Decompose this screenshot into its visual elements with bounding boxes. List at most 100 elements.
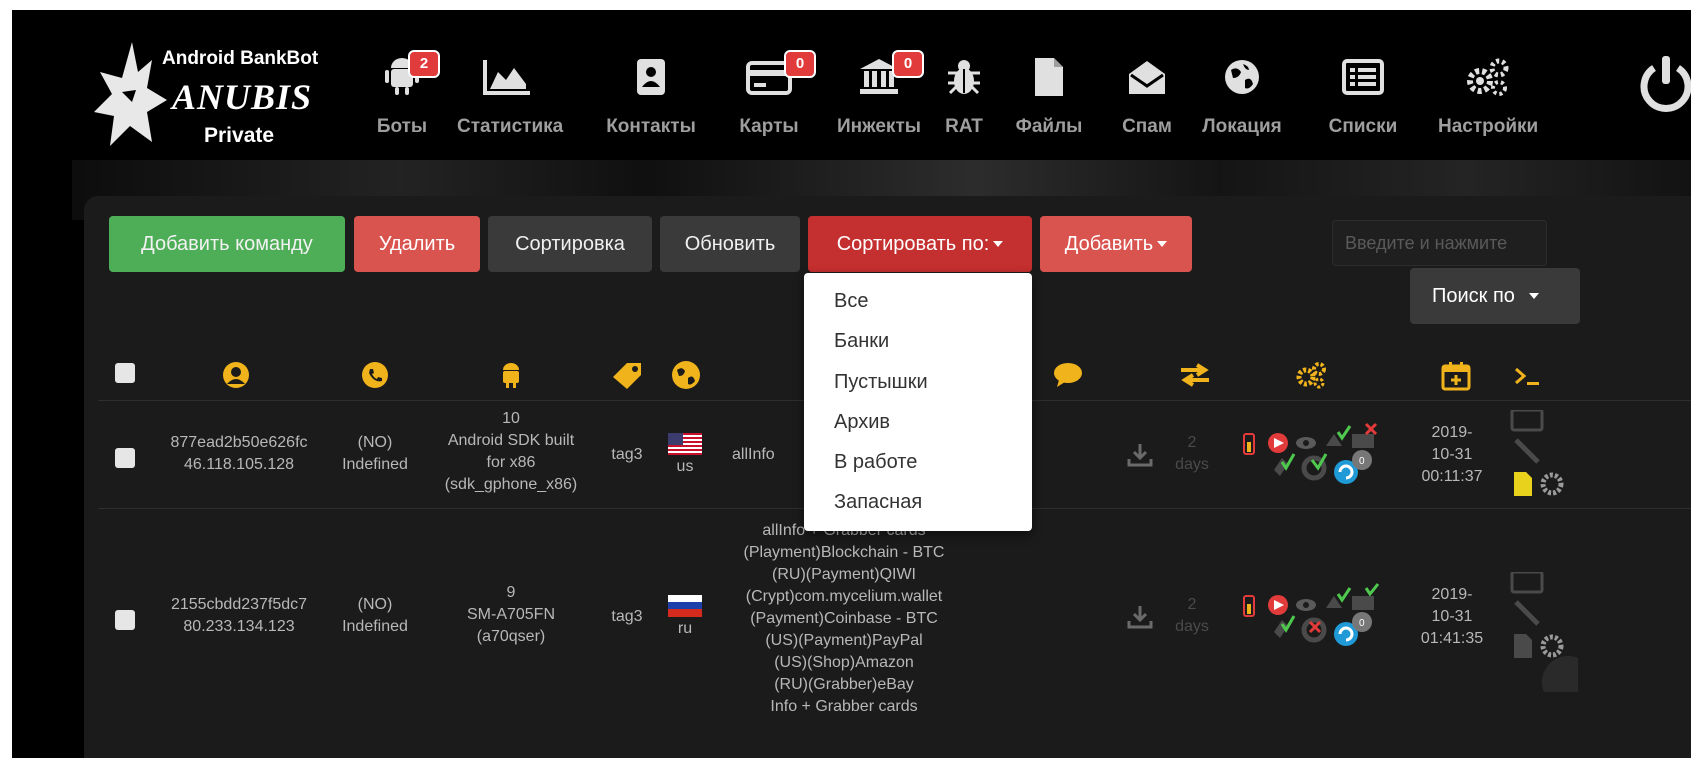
android-icon: [496, 360, 526, 390]
bot-info: allInfo: [732, 446, 775, 463]
days-count: 2: [1187, 434, 1197, 451]
bot-tag: tag3: [611, 608, 643, 625]
sorting-button[interactable]: Сортировка: [488, 216, 652, 272]
nav-location-label: Локация: [1202, 116, 1282, 137]
nav-rat[interactable]: RAT: [942, 50, 986, 145]
logo-line3: Private: [204, 124, 275, 147]
select-all-checkbox[interactable]: [115, 363, 135, 383]
injects-badge: 0: [892, 50, 924, 78]
sort-option-archive[interactable]: Архив: [834, 411, 890, 434]
add-command-button[interactable]: Добавить команду: [109, 216, 345, 272]
nav-cards[interactable]: 0 Карты: [739, 50, 816, 145]
nav-rat-label: RAT: [945, 116, 983, 137]
bot-status-icons: 0: [1242, 582, 1402, 663]
nav-bots[interactable]: 2 Боты: [372, 50, 440, 145]
nav-contacts-label: Контакты: [606, 116, 696, 137]
bot-info: (Crypt)com.mycelium.wallet: [745, 588, 943, 605]
bot-time: 01:41:35: [1420, 630, 1484, 647]
bot-ip: 80.233.134.123: [183, 618, 295, 635]
nav-spam-label: Спам: [1122, 116, 1172, 137]
gears-icon: [1294, 360, 1328, 390]
sort-by-label: Сортировать по:: [836, 232, 990, 255]
bot-date: 10-31: [1431, 446, 1473, 463]
bot-info: (Payment)Coinbase - BTC: [750, 610, 938, 627]
logo-line1: Android BankBot: [162, 48, 319, 69]
nav-files[interactable]: Файлы: [1016, 50, 1082, 145]
envelope-open-icon: [1122, 54, 1172, 100]
days-label: days: [1175, 456, 1209, 473]
row-checkbox[interactable]: [115, 448, 135, 468]
nav-files-label: Файлы: [1015, 116, 1083, 137]
ru-flag-icon: [668, 595, 702, 617]
days-count: 2: [1187, 596, 1197, 613]
days-label: days: [1175, 618, 1209, 635]
download-icon[interactable]: [1126, 604, 1154, 630]
nav-lists[interactable]: Списки: [1329, 50, 1397, 145]
caret-down-icon: [1157, 241, 1168, 247]
download-icon[interactable]: [1126, 442, 1154, 468]
bot-info: (RU)(Grabber)eBay: [774, 676, 914, 693]
bot-info: (US)(Shop)Amazon: [774, 654, 914, 671]
bot-time: 00:11:37: [1421, 468, 1483, 485]
sort-by-button[interactable]: Сортировать по:: [808, 216, 1032, 272]
android-version: 9: [506, 584, 516, 601]
bot-id: 2155cbdd237f5dc7: [170, 596, 308, 613]
nav-settings[interactable]: Настройки: [1438, 50, 1538, 145]
bots-badge: 2: [408, 50, 440, 78]
search-by-label: Поиск по: [1432, 284, 1515, 307]
bot-info: Info + Grabber cards: [770, 698, 918, 715]
sort-option-in-work[interactable]: В работе: [834, 451, 917, 474]
phone-number: (NO): [357, 434, 393, 451]
nav-settings-label: Настройки: [1438, 116, 1539, 137]
add-label: Добавить: [1064, 232, 1154, 255]
nav-location[interactable]: Локация: [1202, 50, 1282, 145]
comment-icon: [1052, 360, 1084, 390]
delete-button[interactable]: Удалить: [354, 216, 480, 272]
phone-icon: [360, 360, 390, 390]
search-by-select[interactable]: Поиск по: [1410, 268, 1580, 324]
bot-info: (US)(Payment)PayPal: [765, 632, 923, 649]
globe-icon: [1217, 54, 1267, 100]
android-version: 10: [502, 410, 520, 427]
app-frame: Android BankBot ANUBIS Private 2 Боты Ст…: [12, 10, 1691, 758]
nav-bots-label: Боты: [376, 116, 428, 137]
bot-date: 2019-: [1431, 424, 1473, 441]
calendar-icon: [1440, 360, 1472, 392]
caret-down-icon: [1528, 293, 1539, 299]
phone-number: (NO): [357, 596, 393, 613]
refresh-button[interactable]: Обновить: [660, 216, 800, 272]
country-code: ru: [677, 620, 693, 637]
nav-injects[interactable]: 0 Инжекты: [837, 50, 924, 145]
globe-icon: [670, 360, 702, 390]
logo-line2: ANUBIS: [172, 77, 313, 117]
svg-text:0: 0: [1359, 618, 1365, 629]
file-icon: [1024, 54, 1074, 100]
nav-contacts[interactable]: Контакты: [606, 50, 696, 145]
add-button[interactable]: Добавить: [1040, 216, 1192, 272]
phone-status: Indefined: [342, 456, 408, 473]
row-actions[interactable]: [1508, 408, 1578, 505]
sort-option-dummies[interactable]: Пустышки: [834, 371, 928, 394]
country-code: us: [676, 458, 694, 475]
sort-option-spare[interactable]: Запасная: [834, 491, 922, 514]
nav-statistics[interactable]: Статистика: [457, 50, 563, 145]
bot-date: 2019-: [1431, 586, 1473, 603]
nav-cards-label: Карты: [739, 116, 799, 137]
svg-text:0: 0: [1359, 456, 1365, 467]
user-icon: [221, 360, 251, 390]
tag-icon: [610, 360, 644, 390]
sort-option-banks[interactable]: Банки: [834, 330, 889, 353]
search-input[interactable]: [1332, 220, 1547, 266]
nav-spam[interactable]: Спам: [1122, 50, 1172, 145]
list-icon: [1338, 54, 1388, 100]
power-icon[interactable]: [1638, 54, 1691, 125]
bot-status-icons: 0: [1242, 420, 1402, 501]
sort-option-all[interactable]: Все: [834, 290, 868, 313]
device-model: (sdk_gphone_x86): [444, 476, 578, 493]
row-checkbox[interactable]: [115, 610, 135, 630]
cards-badge: 0: [784, 50, 816, 78]
caret-down-icon: [993, 241, 1004, 247]
address-book-icon: [626, 54, 676, 100]
row-actions[interactable]: [1508, 570, 1594, 708]
jackal-logo-icon: [94, 42, 167, 146]
